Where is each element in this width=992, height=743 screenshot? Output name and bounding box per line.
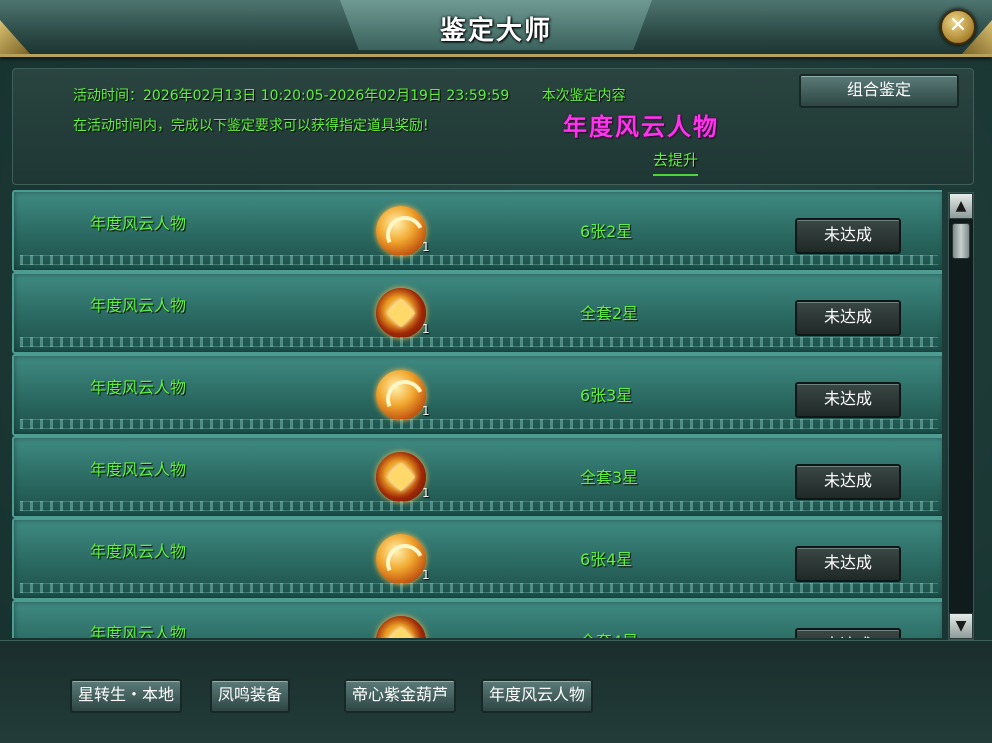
golden-emblem-icon <box>376 452 426 502</box>
reward-item[interactable]: 1 <box>376 452 430 504</box>
activity-time: 活动时间：2026年02月13日 10:20:05-2026年02月19日 23… <box>73 88 510 104</box>
row-requirement: 6张4星 <box>580 550 633 569</box>
golden-emblem-icon <box>376 616 426 638</box>
appraisal-master-window: 鉴定大师 ✕ 活动时间：2026年02月13日 10:20:05-2026年02… <box>0 0 992 743</box>
reward-qty: 1 <box>422 568 430 582</box>
category-tab-bar: 星转生・本地 凤鸣装备 帝心紫金葫芦 年度风云人物 <box>0 640 992 743</box>
title-bar: 鉴定大师 ✕ <box>0 0 992 57</box>
honor-title: 年度风云人物 <box>563 113 719 141</box>
row-border-pattern <box>20 583 938 593</box>
reward-item[interactable]: 1 <box>376 288 430 340</box>
row-requirement: 全套3星 <box>580 468 639 487</box>
status-button[interactable]: 未达成 <box>795 382 901 418</box>
reward-qty: 1 <box>422 404 430 418</box>
activity-info-panel: 活动时间：2026年02月13日 10:20:05-2026年02月19日 23… <box>12 68 974 185</box>
status-button[interactable]: 未达成 <box>795 464 901 500</box>
reward-item[interactable]: 1 <box>376 616 428 638</box>
list-item: 年度风云人物 1 全套3星 未达成 <box>12 436 942 518</box>
list-item: 年度风云人物 1 全套4星 未达成 <box>12 600 942 638</box>
activity-time-line: 活动时间：2026年02月13日 10:20:05-2026年02月19日 23… <box>73 85 626 105</box>
list-item: 年度风云人物 1 6张3星 未达成 <box>12 354 942 436</box>
tab-star-rebirth[interactable]: 星转生・本地 <box>70 679 183 713</box>
scroll-up-button[interactable]: ▲ <box>949 193 973 219</box>
golden-spiral-icon <box>376 370 426 420</box>
row-name: 年度风云人物 <box>90 378 187 397</box>
goto-improve-link[interactable]: 去提升 <box>653 149 699 176</box>
row-border-pattern <box>20 501 938 511</box>
row-requirement: 全套2星 <box>580 304 639 323</box>
list-item: 年度风云人物 1 6张4星 未达成 <box>12 518 942 600</box>
reward-item[interactable]: 1 <box>376 206 430 258</box>
tab-phoenix-equipment[interactable]: 凤鸣装备 <box>210 679 291 713</box>
list-scrollbar[interactable]: ▲ ▼ <box>948 192 974 640</box>
tab-annual-figure[interactable]: 年度风云人物 <box>481 679 594 713</box>
golden-spiral-icon <box>376 534 426 584</box>
window-title: 鉴定大师 <box>439 16 552 46</box>
scroll-thumb[interactable] <box>952 223 970 259</box>
status-button[interactable]: 未达成 <box>795 546 901 582</box>
list-item: 年度风云人物 1 6张2星 未达成 <box>12 190 942 272</box>
status-button[interactable]: 未达成 <box>795 628 901 638</box>
reward-qty: 1 <box>422 486 430 500</box>
close-button[interactable]: ✕ <box>940 9 976 45</box>
list-item: 年度风云人物 1 全套2星 未达成 <box>12 272 942 354</box>
combo-appraisal-button[interactable]: 组合鉴定 <box>799 74 959 108</box>
row-border-pattern <box>20 337 938 347</box>
reward-qty: 1 <box>422 240 430 254</box>
row-border-pattern <box>20 419 938 429</box>
reward-item[interactable]: 1 <box>376 370 430 422</box>
row-requirement: 全套4星 <box>580 628 638 638</box>
status-button[interactable]: 未达成 <box>795 300 901 336</box>
row-name: 年度风云人物 <box>90 296 187 315</box>
row-name: 年度风云人物 <box>90 214 187 233</box>
title-corner-left <box>0 20 30 54</box>
reward-item[interactable]: 1 <box>376 534 430 586</box>
activity-description: 在活动时间内，完成以下鉴定要求可以获得指定道具奖励! <box>73 118 429 134</box>
golden-spiral-icon <box>376 206 426 256</box>
row-requirement: 6张3星 <box>580 386 633 405</box>
appraisal-content-label: 本次鉴定内容 <box>541 88 626 104</box>
status-button[interactable]: 未达成 <box>795 218 901 254</box>
reward-qty: 1 <box>422 322 430 336</box>
row-border-pattern <box>20 255 938 265</box>
row-name: 年度风云人物 <box>90 542 187 561</box>
appraisal-list: 年度风云人物 1 6张2星 未达成 年度风云人物 1 全套2星 未达成 年度风云… <box>12 190 942 638</box>
row-name: 年度风云人物 <box>90 624 187 638</box>
tab-imperial-gourd[interactable]: 帝心紫金葫芦 <box>344 679 457 713</box>
row-requirement: 6张2星 <box>580 222 633 241</box>
row-name: 年度风云人物 <box>90 460 187 479</box>
golden-emblem-icon <box>376 288 426 338</box>
scroll-down-button[interactable]: ▼ <box>949 613 973 639</box>
